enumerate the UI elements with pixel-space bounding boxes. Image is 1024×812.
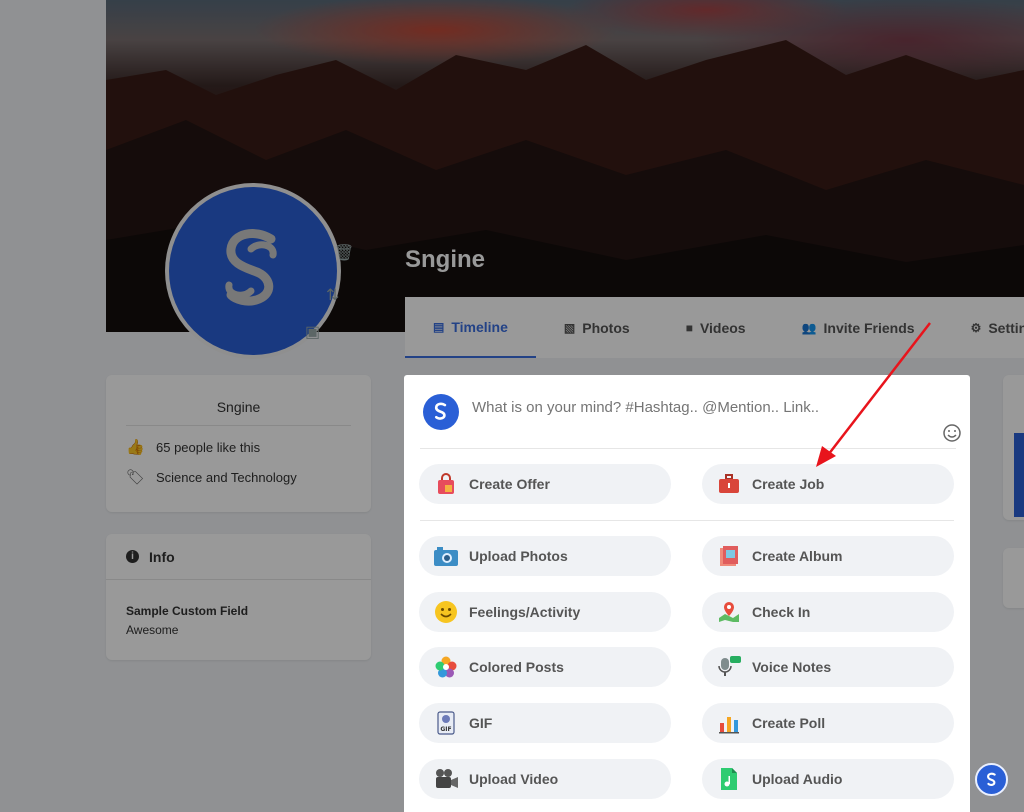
check-in-button[interactable]: Check In xyxy=(702,592,954,632)
upload-audio-button[interactable]: Upload Audio xyxy=(702,759,954,799)
movie-camera-icon xyxy=(433,766,459,792)
upload-photos-button[interactable]: Upload Photos xyxy=(419,536,671,576)
publisher-input[interactable] xyxy=(472,399,912,416)
album-icon xyxy=(716,543,742,569)
camera-icon xyxy=(433,543,459,569)
user-avatar xyxy=(423,394,459,430)
poll-icon xyxy=(716,710,742,736)
chat-fab-button[interactable] xyxy=(975,763,1008,796)
voice-notes-button[interactable]: Voice Notes xyxy=(702,647,954,687)
microphone-icon xyxy=(716,654,742,680)
upload-video-button[interactable]: Upload Video xyxy=(419,759,671,799)
create-job-button[interactable]: Create Job xyxy=(702,464,954,504)
feelings-activity-button[interactable]: Feelings/Activity xyxy=(419,592,671,632)
shopping-bag-icon xyxy=(433,471,459,497)
smiley-icon xyxy=(433,599,459,625)
map-pin-icon xyxy=(716,599,742,625)
flower-icon xyxy=(433,654,459,680)
gif-icon: GIF xyxy=(433,710,459,736)
gif-button[interactable]: GIF GIF xyxy=(419,703,671,743)
emoji-icon[interactable] xyxy=(942,423,962,443)
create-poll-button[interactable]: Create Poll xyxy=(702,703,954,743)
create-offer-button[interactable]: Create Offer xyxy=(419,464,671,504)
colored-posts-button[interactable]: Colored Posts xyxy=(419,647,671,687)
create-album-button[interactable]: Create Album xyxy=(702,536,954,576)
briefcase-icon xyxy=(716,471,742,497)
svg-text:GIF: GIF xyxy=(440,726,451,733)
publisher-modal: Create Offer Create Job Upload Photos Cr… xyxy=(404,375,970,812)
publisher-header xyxy=(420,391,961,449)
audio-file-icon xyxy=(716,766,742,792)
options-divider xyxy=(420,520,954,521)
